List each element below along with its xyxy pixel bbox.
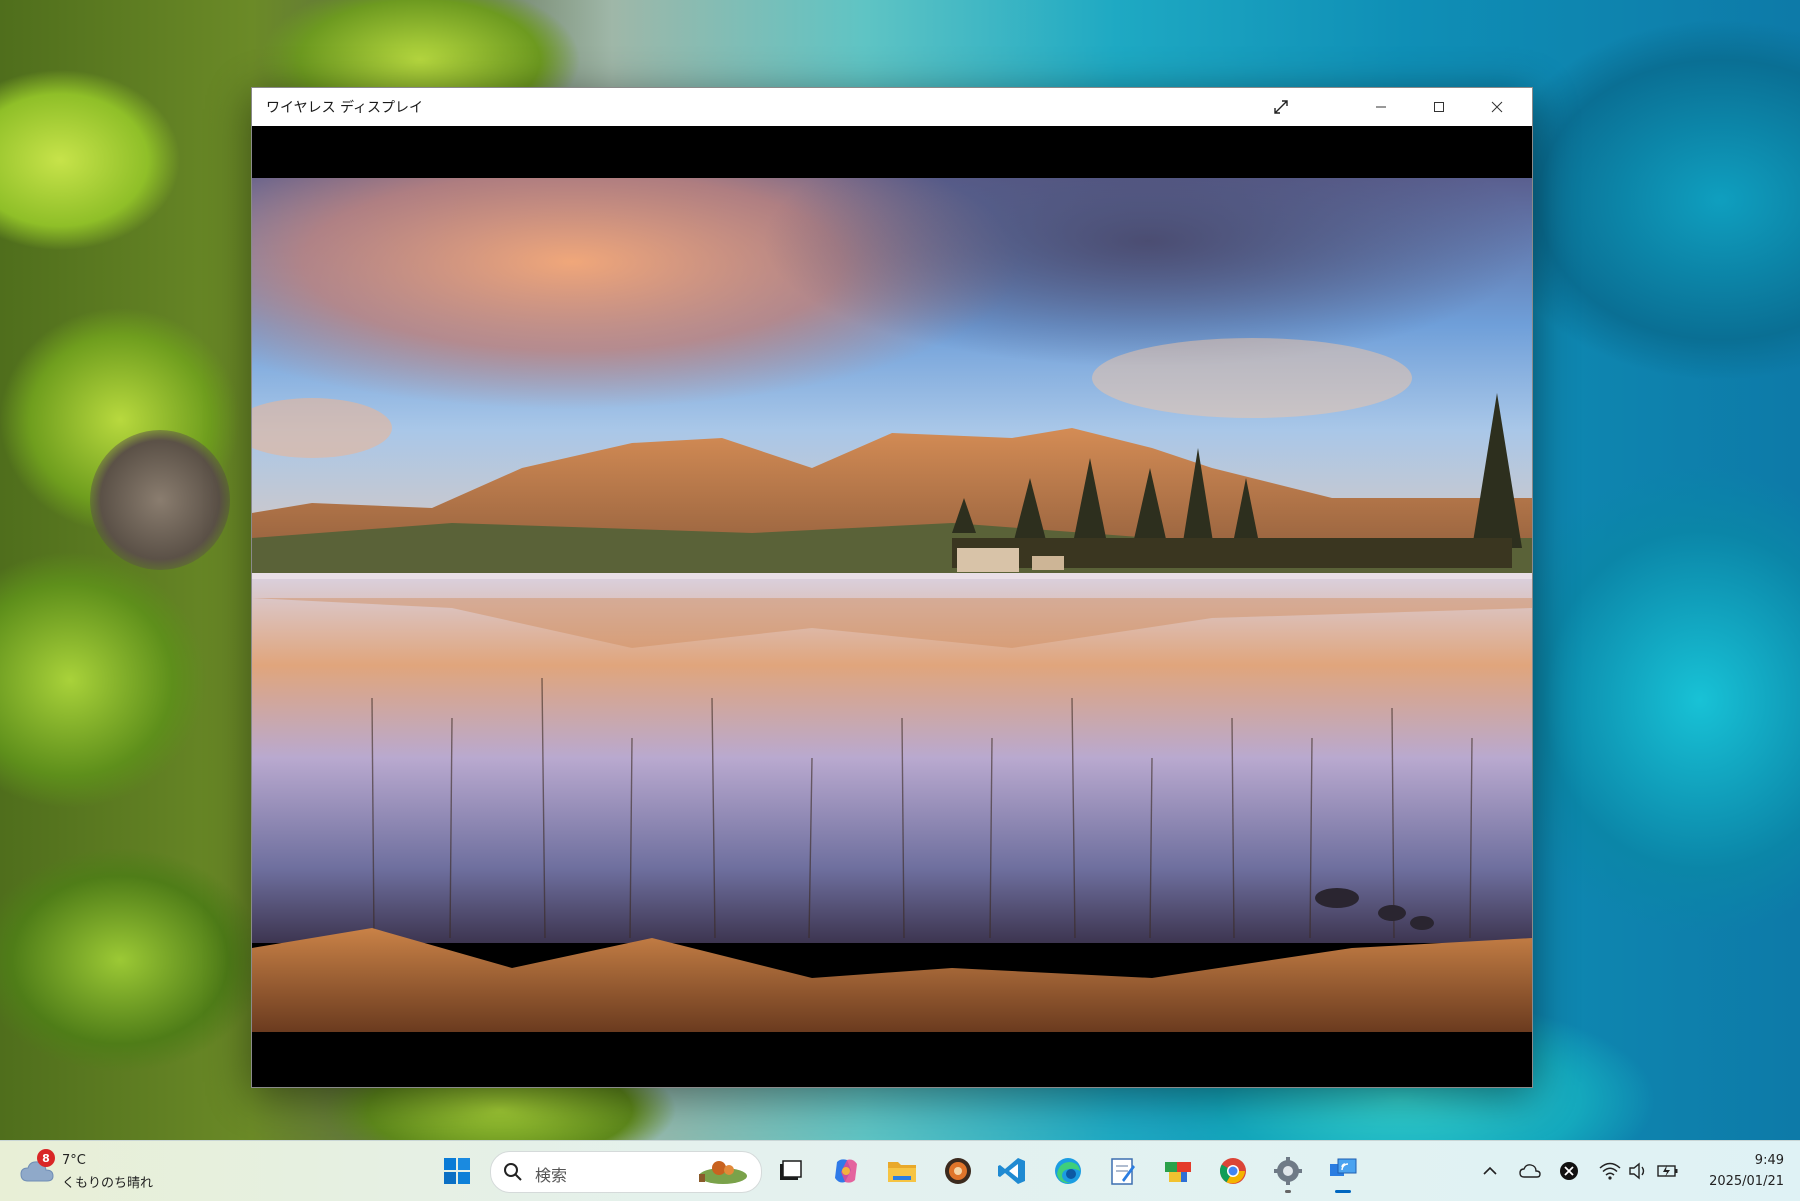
search-icon [504,1163,522,1181]
wireless-display-window: ワイヤレス ディスプレイ [251,87,1533,1088]
maximize-button[interactable] [1410,88,1468,126]
maximize-icon [1434,102,1444,112]
app-button-2[interactable] [1158,1151,1198,1191]
vscode-button[interactable] [992,1151,1032,1191]
speaker-icon [1629,1162,1645,1180]
app-button[interactable] [938,1151,978,1191]
search-placeholder: 検索 [535,1166,568,1185]
tray-app-button[interactable] [1555,1155,1583,1187]
app-icon [1165,1162,1191,1182]
start-icon [444,1158,470,1184]
weather-widget[interactable]: 8 7°C くもりのち晴れ [20,1149,160,1195]
title-bar[interactable]: ワイヤレス ディスプレイ [252,88,1532,126]
vscode-icon [998,1158,1025,1184]
edge-icon [1055,1158,1081,1184]
chevron-up-icon [1483,1166,1497,1175]
copilot-button[interactable] [826,1151,866,1191]
cloud-icon [1519,1164,1541,1178]
battery-charging-icon [1657,1165,1678,1177]
projected-landscape-image [252,178,1532,1032]
taskbar-search-box[interactable]: 検索 [490,1151,762,1193]
notepad-button[interactable] [1103,1151,1143,1191]
minimize-button[interactable] [1352,88,1410,126]
settings-button[interactable] [1268,1151,1308,1193]
close-button[interactable] [1468,88,1526,126]
chrome-button[interactable] [1213,1151,1253,1191]
task-view-icon [780,1160,802,1180]
weather-temperature: 7°C [62,1153,86,1168]
wireless-display-button[interactable] [1323,1151,1363,1193]
show-hidden-icons-button[interactable] [1476,1155,1504,1187]
weather-condition: くもりのち晴れ [62,1176,154,1191]
onedrive-button[interactable] [1516,1155,1544,1187]
clock-date: 2025/01/21 [1709,1174,1784,1189]
active-indicator [1335,1190,1351,1193]
close-circle-icon [1560,1162,1578,1180]
start-button[interactable] [437,1151,477,1191]
fullscreen-button[interactable] [1257,88,1305,126]
app-icon [945,1158,971,1184]
settings-icon [1274,1157,1302,1185]
chrome-icon [1219,1158,1246,1184]
wifi-button[interactable] [1596,1155,1624,1187]
running-indicator [1285,1190,1291,1193]
wallpaper-rock [90,430,230,570]
minimize-icon [1376,106,1386,108]
expand-icon [1274,100,1288,114]
close-icon [1491,101,1503,113]
wireless-display-icon [1330,1158,1357,1176]
window-title: ワイヤレス ディスプレイ [266,100,424,116]
edge-button[interactable] [1048,1151,1088,1191]
clock-time: 9:49 [1754,1153,1784,1168]
task-view-button[interactable] [770,1151,810,1191]
search-highlight-icon [699,1161,747,1184]
clock[interactable]: 9:49 2025/01/21 [1684,1150,1784,1192]
battery-button[interactable] [1654,1155,1682,1187]
notepad-icon [1111,1158,1135,1185]
notification-badge: 8 [37,1149,55,1167]
file-explorer-icon [888,1162,916,1182]
wifi-icon [1599,1162,1621,1180]
file-explorer-button[interactable] [882,1151,922,1191]
copilot-icon [835,1159,857,1183]
volume-button[interactable] [1624,1155,1652,1187]
display-viewport[interactable] [252,126,1532,1087]
taskbar: 8 7°C くもりのち晴れ 検索 9:49 2025/01/21 [0,1140,1800,1201]
